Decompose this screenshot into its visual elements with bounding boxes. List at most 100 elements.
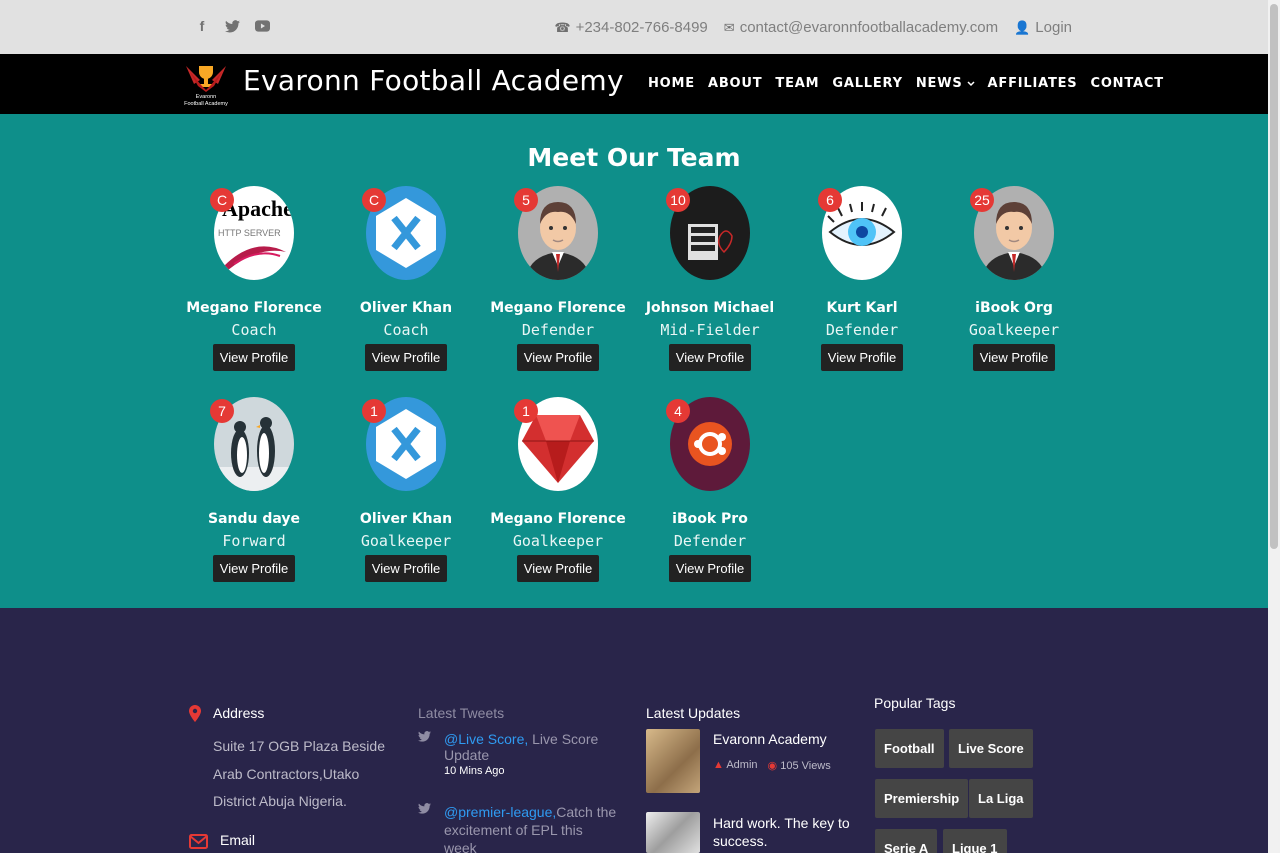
address-title: Address	[213, 705, 265, 721]
svg-text:Football Academy: Football Academy	[184, 101, 228, 107]
view-profile-button[interactable]: View Profile	[516, 344, 600, 371]
update-meta: ▲ Admin ◉ 105 Views	[713, 759, 831, 772]
nav-team[interactable]: TEAM	[775, 76, 819, 91]
view-profile-button[interactable]: View Profile	[972, 344, 1056, 371]
player-avatar[interactable]: 7	[210, 397, 294, 491]
player-avatar[interactable]: 1	[362, 397, 446, 491]
tag-football[interactable]: Football	[875, 729, 944, 768]
phone-link[interactable]: ☎ +234-802-766-8499	[554, 19, 707, 36]
jersey-number-badge: 1	[362, 399, 386, 423]
player-name: Oliver Khan	[359, 300, 453, 316]
player-name: Sandu daye	[207, 511, 301, 527]
nav-news[interactable]: NEWS	[916, 76, 975, 91]
svg-text:HTTP SERVER: HTTP SERVER	[218, 228, 281, 238]
player-role: Mid-Fielder	[660, 321, 760, 339]
player-name: Oliver Khan	[359, 511, 453, 527]
player-avatar[interactable]: 25	[970, 186, 1054, 280]
update-views: 105 Views	[780, 760, 831, 772]
jersey-number-badge: 1	[514, 399, 538, 423]
email-link[interactable]: ✉ contact@evaronnfootballacademy.com	[724, 19, 998, 36]
tag-live-score[interactable]: Live Score	[949, 729, 1033, 768]
view-profile-button[interactable]: View Profile	[668, 555, 752, 582]
player-role: Goalkeeper	[360, 532, 452, 550]
nav-home[interactable]: HOME	[648, 76, 695, 91]
view-profile-button[interactable]: View Profile	[668, 344, 752, 371]
email-text: contact@evaronnfootballacademy.com	[739, 19, 999, 36]
phone-icon: ☎	[554, 19, 571, 35]
nav-affiliates[interactable]: AFFILIATES	[988, 76, 1078, 91]
nav-gallery[interactable]: GALLERY	[832, 76, 903, 91]
view-profile-button[interactable]: View Profile	[820, 344, 904, 371]
tag-serie-a[interactable]: Serie A	[875, 829, 938, 853]
update-title[interactable]: Evaronn Academy	[713, 731, 827, 747]
update-author: Admin	[726, 759, 758, 771]
team-card: Apache HTTP SERVER C Megano Florence Coa…	[178, 186, 330, 371]
player-name: Megano Florence	[186, 300, 322, 316]
player-avatar[interactable]: 6	[818, 186, 902, 280]
brand-name[interactable]: Evaronn Football Academy	[243, 64, 624, 97]
update-thumbnail[interactable]	[646, 729, 700, 793]
nav-about[interactable]: ABOUT	[708, 76, 762, 91]
nav-news-label: NEWS	[915, 76, 963, 91]
update-title[interactable]: Hard work. The key to success.	[713, 814, 853, 850]
tweet-handle-link[interactable]: @premier-league,	[444, 804, 556, 820]
player-avatar[interactable]: Apache HTTP SERVER C	[210, 186, 294, 280]
tweet-time: 10 Mins Ago	[444, 765, 505, 777]
player-name: iBook Org	[975, 300, 1053, 316]
user-icon: 👤	[1014, 19, 1031, 35]
team-card: 5 Megano Florence Defender View Profile	[482, 186, 634, 371]
social-links: f	[194, 18, 270, 34]
page-scrollbar[interactable]	[1268, 0, 1280, 853]
main-navbar: Evaronn Football Academy Evaronn Footbal…	[0, 54, 1268, 114]
player-role: Defender	[521, 321, 595, 339]
team-card: 4 iBook Pro Defender View Profile	[634, 397, 786, 582]
site-footer	[0, 608, 1268, 853]
twitter-icon[interactable]	[224, 18, 240, 34]
view-profile-button[interactable]: View Profile	[516, 555, 600, 582]
tweet-handle-link[interactable]: @Live Score,	[444, 731, 528, 747]
svg-text:Evaronn: Evaronn	[196, 94, 217, 100]
player-avatar[interactable]: 1	[514, 397, 598, 491]
address-text: Suite 17 OGB Plaza Beside Arab Contracto…	[213, 738, 385, 809]
team-card: C Oliver Khan Coach View Profile	[330, 186, 482, 371]
player-name: Megano Florence	[490, 511, 626, 527]
player-name: Megano Florence	[490, 300, 626, 316]
login-link[interactable]: 👤 Login	[1014, 19, 1072, 36]
map-pin-icon	[189, 705, 201, 722]
top-bar: f ☎ +234-802-766-8499 ✉ contact@evaronnf…	[0, 0, 1268, 54]
views-meta: ◉ 105 Views	[768, 759, 831, 772]
nav-contact[interactable]: CONTACT	[1090, 76, 1163, 91]
updates-title: Latest Updates	[646, 705, 741, 721]
player-avatar[interactable]: 10	[666, 186, 750, 280]
facebook-icon[interactable]: f	[194, 18, 210, 34]
player-avatar[interactable]: 5	[514, 186, 598, 280]
team-card: 10 Johnson Michael Mid-Fielder View Prof…	[634, 186, 786, 371]
tag-ligue-1[interactable]: Ligue 1	[943, 829, 1007, 853]
academy-logo[interactable]: Evaronn Football Academy	[180, 58, 232, 110]
author-meta: ▲ Admin	[713, 759, 758, 772]
youtube-icon[interactable]	[254, 18, 270, 34]
view-profile-button[interactable]: View Profile	[364, 555, 448, 582]
tag-la-liga[interactable]: La Liga	[969, 779, 1033, 818]
player-role: Defender	[825, 321, 899, 339]
view-profile-button[interactable]: View Profile	[212, 344, 296, 371]
jersey-number-badge: C	[362, 188, 386, 212]
view-profile-button[interactable]: View Profile	[364, 344, 448, 371]
team-card: 1 Megano Florence Goalkeeper View Profil…	[482, 397, 634, 582]
tag-premiership[interactable]: Premiership	[875, 779, 969, 818]
jersey-number-badge: 7	[210, 399, 234, 423]
eye-icon: ◉	[767, 760, 778, 772]
player-role: Coach	[231, 321, 277, 339]
player-name: Johnson Michael	[645, 300, 775, 316]
nav-menu: HOME ABOUT TEAM GALLERY NEWS AFFILIATES …	[648, 76, 1164, 91]
player-avatar[interactable]: C	[362, 186, 446, 280]
scrollbar-thumb[interactable]	[1270, 4, 1278, 549]
update-thumbnail[interactable]	[646, 812, 700, 853]
view-profile-button[interactable]: View Profile	[212, 555, 296, 582]
tweet-item: @premier-league,Catch the excitement of …	[444, 803, 619, 853]
player-avatar[interactable]: 4	[666, 397, 750, 491]
player-role: Forward	[222, 532, 286, 550]
tags-title: Popular Tags	[874, 695, 956, 711]
contact-info: ☎ +234-802-766-8499 ✉ contact@evaronnfoo…	[554, 19, 1072, 36]
player-role: Coach	[383, 321, 429, 339]
